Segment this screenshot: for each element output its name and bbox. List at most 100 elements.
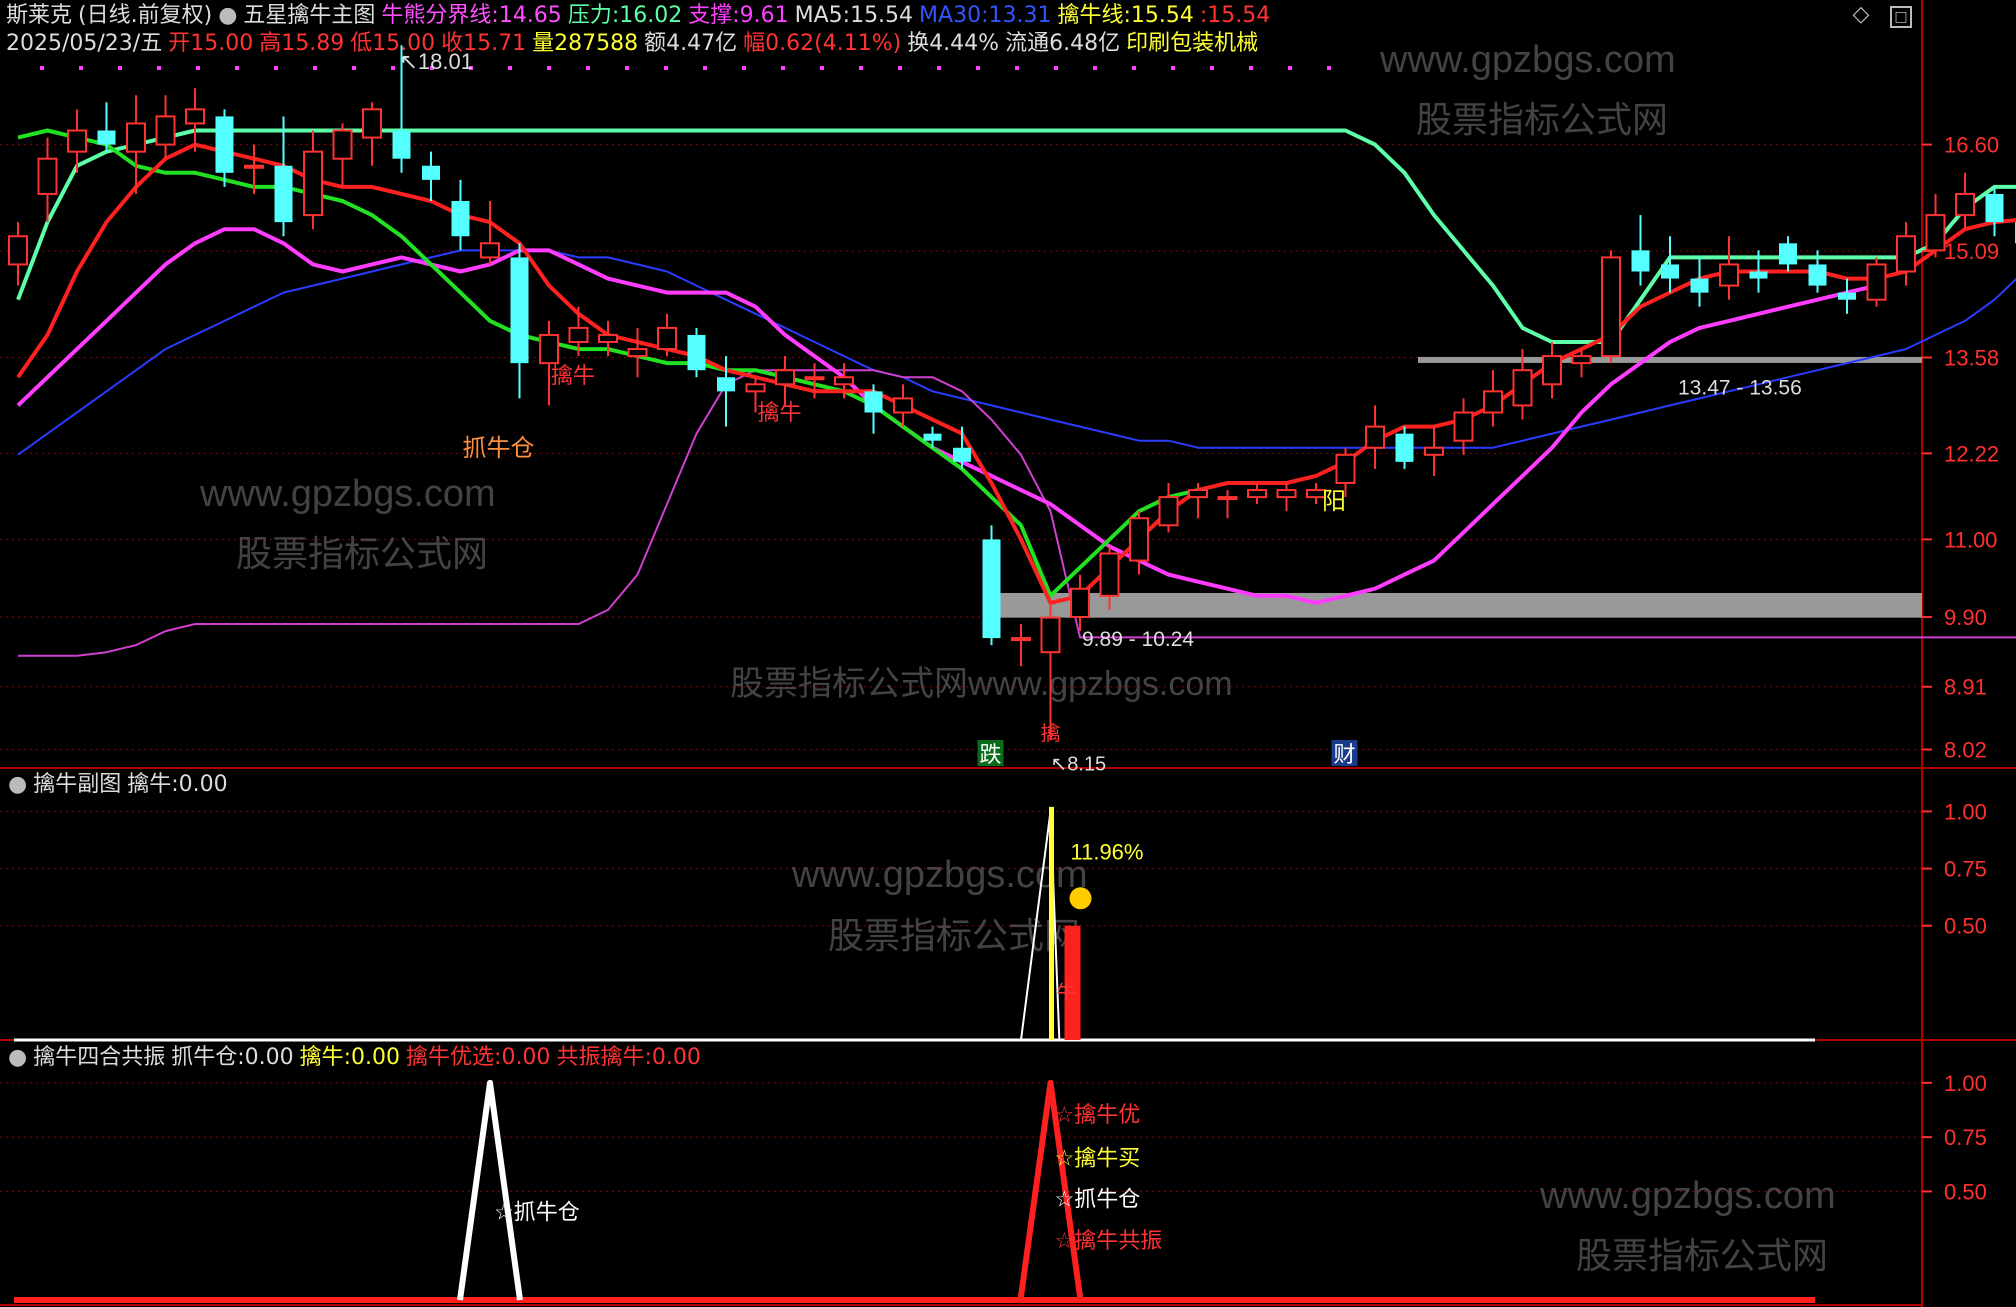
collapse-icon[interactable]: ● (8, 1045, 27, 1070)
candle-body (1690, 278, 1709, 293)
signal-label: 擒牛 (551, 363, 595, 388)
candle-body (274, 165, 293, 223)
grid-layer (0, 0, 2016, 1307)
smile-icon (1069, 887, 1092, 910)
main-header: 斯莱克 (日线.前复权) ● 五星擒牛主图 牛熊分界线:14.65 压力:16.02 支撑:… (6, 2, 1282, 30)
peak-label: ☆擒牛优 (1055, 1102, 1141, 1127)
maximize-icon[interactable]: □ (1890, 6, 1912, 28)
candle-body (598, 333, 618, 344)
candle-body (775, 369, 795, 386)
header-item-4: MA30:13.31 (919, 3, 1052, 28)
band-range-label: 13.47 - 13.56 (1678, 376, 1802, 399)
candle-body (1601, 256, 1621, 358)
header-item-4: 收15.71 (441, 31, 527, 56)
chart-canvas: www.gpzbgs.com股票指标公式网www.gpzbgs.com股票指标公… (0, 0, 2016, 1307)
marker-dot (40, 66, 44, 70)
candle-body (1335, 453, 1356, 484)
percent-label: 11.96% (1071, 839, 1144, 864)
candle-body (1955, 192, 1975, 217)
indicator-name[interactable]: 五星擒牛主图 (243, 3, 375, 28)
y-tick-label: 12.22 (1944, 441, 1999, 466)
collapse-icon[interactable]: ● (8, 772, 27, 797)
candle-body (1512, 369, 1533, 407)
candle-body (185, 108, 205, 125)
marker-dot (1171, 66, 1175, 70)
candle-body (1779, 243, 1797, 265)
header-item-8: 换4.44% (907, 31, 1000, 56)
candle-body (37, 157, 58, 195)
sub1-title[interactable]: 擒牛副图 (33, 772, 121, 797)
candle-body (627, 348, 648, 358)
collapse-icon[interactable]: ● (218, 3, 237, 28)
peak-label: ☆抓牛仓 (1055, 1187, 1141, 1212)
candle-body (1542, 355, 1562, 386)
sub2-title[interactable]: 擒牛四合共振 (33, 1045, 165, 1070)
marker-dot (976, 66, 980, 70)
header-item-1: 压力:16.02 (567, 3, 683, 28)
candle-body (539, 333, 559, 365)
candle-body (215, 116, 234, 173)
sub2-header: ● 擒牛四合共振 抓牛仓:0.00 擒牛:0.00 擒牛优选:0.00 共振擒牛:0.00 (8, 1044, 713, 1072)
marker-dot (391, 66, 395, 70)
candle-body (1483, 390, 1503, 414)
candle-body (1011, 637, 1031, 642)
candle-body (1749, 271, 1768, 279)
y-tick-label: 11.00 (1944, 527, 1997, 552)
indicator-values: 牛熊分界线:14.65 压力:16.02 支撑:9.61 MA5:15.54 MA30:… (381, 3, 1276, 28)
header-item-7: 幅0.62(4.11%) (743, 31, 902, 56)
candle-body (1719, 263, 1739, 287)
header-item-5: 量287588 (532, 31, 639, 56)
marker-dot (664, 66, 668, 70)
candle-body (717, 377, 735, 392)
signal-label: 阳 (1322, 488, 1346, 515)
header-item-3: 低15.00 (350, 31, 436, 56)
candle-body (97, 130, 116, 145)
peak-label: ☆抓牛仓 (494, 1200, 580, 1225)
stock-name[interactable]: 斯莱克 (6, 3, 72, 28)
candle-body (834, 376, 854, 386)
marker-dot (1054, 66, 1058, 70)
marker-dot (118, 66, 122, 70)
period-label[interactable]: (日线.前复权) (78, 3, 212, 28)
signal-label: 擒牛 (758, 400, 802, 425)
marker-dot (586, 66, 590, 70)
watermark-text: 股票指标公式网 (828, 915, 1080, 956)
candle-body (1188, 489, 1208, 499)
y-tick-label: 0.50 (1944, 914, 1987, 939)
candle-body (687, 334, 706, 371)
marker-dot (313, 66, 317, 70)
marker-dot (1327, 66, 1331, 70)
candle-body (893, 397, 913, 414)
y-tick-label: 1.00 (1944, 799, 1987, 824)
marker-dot (1249, 66, 1253, 70)
marker-dot (352, 66, 356, 70)
diamond-icon[interactable]: ◇ (1852, 4, 1870, 26)
candle-body (244, 164, 264, 169)
y-tick-label: 15.09 (1944, 239, 1999, 264)
watermark-text: 股票指标公式网www.gpzbgs.com (730, 665, 1233, 703)
candle-body (657, 326, 677, 351)
marker-dot (1132, 66, 1136, 70)
marker-dot (625, 66, 629, 70)
candle-body (67, 129, 87, 153)
candle-body (1866, 263, 1887, 301)
header-item-6: :15.54 (1199, 3, 1271, 28)
candle-body (303, 150, 323, 217)
band-range-label: 9.89 - 10.24 (1082, 628, 1194, 651)
marker-dot (1015, 66, 1019, 70)
quote-row: 2025/05/23/五 开15.00 高15.89 低15.00 收15.71 量287… (6, 30, 1264, 58)
price-low-label: ↖8.15 (1051, 753, 1107, 775)
signal-label: 擒 (1041, 722, 1061, 745)
header-item-3: MA5:15.54 (794, 3, 914, 28)
candle-body (8, 235, 28, 266)
candle-body (1129, 517, 1149, 562)
marker-dot (703, 66, 707, 70)
candle-body (1276, 489, 1297, 499)
candle-body (568, 326, 589, 343)
candle-body (1661, 264, 1679, 279)
y-tick-label: 1.00 (1944, 1071, 1987, 1096)
candle-body (1395, 433, 1414, 462)
marker-dot (1210, 66, 1214, 70)
peak-label: ☆擒牛买 (1055, 1145, 1141, 1170)
candle-body (332, 129, 353, 160)
